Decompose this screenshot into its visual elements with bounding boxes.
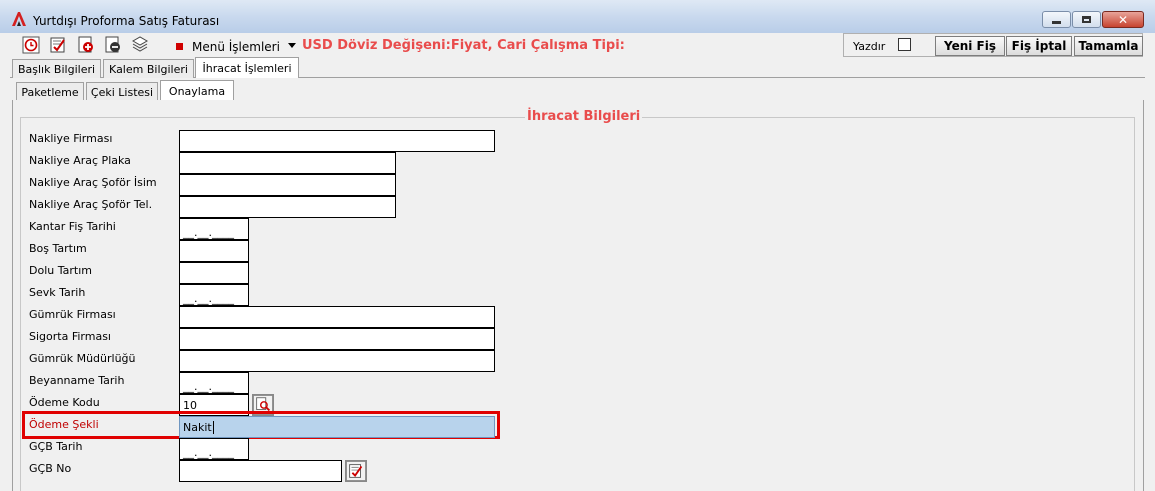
empty-weight-input[interactable] [179, 240, 249, 262]
driver-phone-input[interactable] [179, 196, 396, 218]
print-checkbox[interactable] [898, 38, 911, 51]
cancel-receipt-button[interactable]: Fiş İptal [1006, 36, 1072, 56]
scale-date-label: Kantar Fiş Tarihi [29, 220, 116, 233]
customs-office-label: Gümrük Müdürlüğü [29, 352, 136, 365]
minimize-icon [1052, 21, 1061, 24]
gcb-date-input[interactable]: __.__.____ [179, 438, 249, 460]
section-title: İhracat Bilgileri [525, 109, 643, 124]
shipment-date-input[interactable]: __.__.____ [179, 284, 249, 306]
customs-office-input[interactable] [179, 350, 495, 372]
gcb-number-input[interactable] [179, 460, 342, 482]
layers-icon[interactable] [131, 36, 149, 54]
edit-check-icon[interactable] [345, 460, 367, 482]
app-logo-icon [12, 12, 26, 26]
menu-bullet-icon [176, 43, 183, 50]
remove-document-icon[interactable] [104, 36, 122, 54]
driver-name-label: Nakliye Araç Şoför İsim [29, 176, 157, 189]
add-document-icon[interactable] [77, 36, 95, 54]
driver-name-input[interactable] [179, 174, 396, 196]
payment-code-label: Ödeme Kodu [29, 396, 100, 409]
complete-button[interactable]: Tamamla [1074, 36, 1143, 56]
menu-operations-button[interactable]: Menü İşlemleri [192, 40, 280, 54]
full-weight-input[interactable] [179, 262, 249, 284]
vehicle-plate-input[interactable] [179, 152, 396, 174]
insurance-company-label: Sigorta Firması [29, 330, 111, 343]
full-weight-label: Dolu Tartım [29, 264, 92, 277]
gcb-number-label: GÇB No [29, 462, 72, 475]
currency-info-text: USD Döviz Değişeni:Fiyat, Cari Çalışma T… [302, 38, 625, 53]
tab-packaging[interactable]: Paketleme [16, 82, 84, 101]
window-title: Yurtdışı Proforma Satış Faturası [33, 14, 220, 28]
tab-approval[interactable]: Onaylama [160, 80, 234, 101]
driver-phone-label: Nakliye Araç Şoför Tel. [29, 198, 153, 211]
minimize-button[interactable] [1042, 11, 1071, 28]
new-receipt-button[interactable]: Yeni Fiş [935, 36, 1005, 56]
gcb-date-label: GÇB Tarih [29, 440, 83, 453]
print-label: Yazdır [853, 40, 885, 53]
maximize-icon [1082, 16, 1091, 23]
print-label-text: Yazdır [853, 40, 886, 53]
chevron-down-icon[interactable] [288, 43, 296, 48]
tab-export-operations[interactable]: İhracat İşlemleri [195, 57, 299, 78]
close-icon: ✕ [1117, 12, 1129, 27]
carrier-company-input[interactable] [179, 130, 495, 152]
maximize-button[interactable] [1072, 11, 1101, 28]
vehicle-plate-label: Nakliye Araç Plaka [29, 154, 131, 167]
customs-company-input[interactable] [179, 306, 495, 328]
payment-method-value: Nakit [183, 420, 212, 434]
tab-packing-list[interactable]: Çeki Listesi [86, 82, 158, 101]
tab-item-info[interactable]: Kalem Bilgileri [103, 59, 194, 78]
carrier-company-label: Nakliye Firması [29, 132, 113, 145]
text-caret [212, 420, 214, 434]
declaration-date-input[interactable]: __.__.____ [179, 372, 249, 394]
scale-date-input[interactable]: __.__.____ [179, 218, 249, 240]
clock-icon[interactable] [22, 36, 40, 54]
declaration-date-label: Beyanname Tarih [29, 374, 125, 387]
payment-method-input[interactable]: Nakit [179, 416, 495, 438]
close-button[interactable]: ✕ [1102, 11, 1144, 28]
tab-header-info[interactable]: Başlık Bilgileri [12, 59, 101, 78]
payment-method-label: Ödeme Şekli [29, 418, 99, 431]
edit-check-icon[interactable] [49, 36, 67, 54]
empty-weight-label: Boş Tartım [29, 242, 87, 255]
shipment-date-label: Sevk Tarih [29, 286, 86, 299]
customs-company-label: Gümrük Firması [29, 308, 116, 321]
insurance-company-input[interactable] [179, 328, 495, 350]
